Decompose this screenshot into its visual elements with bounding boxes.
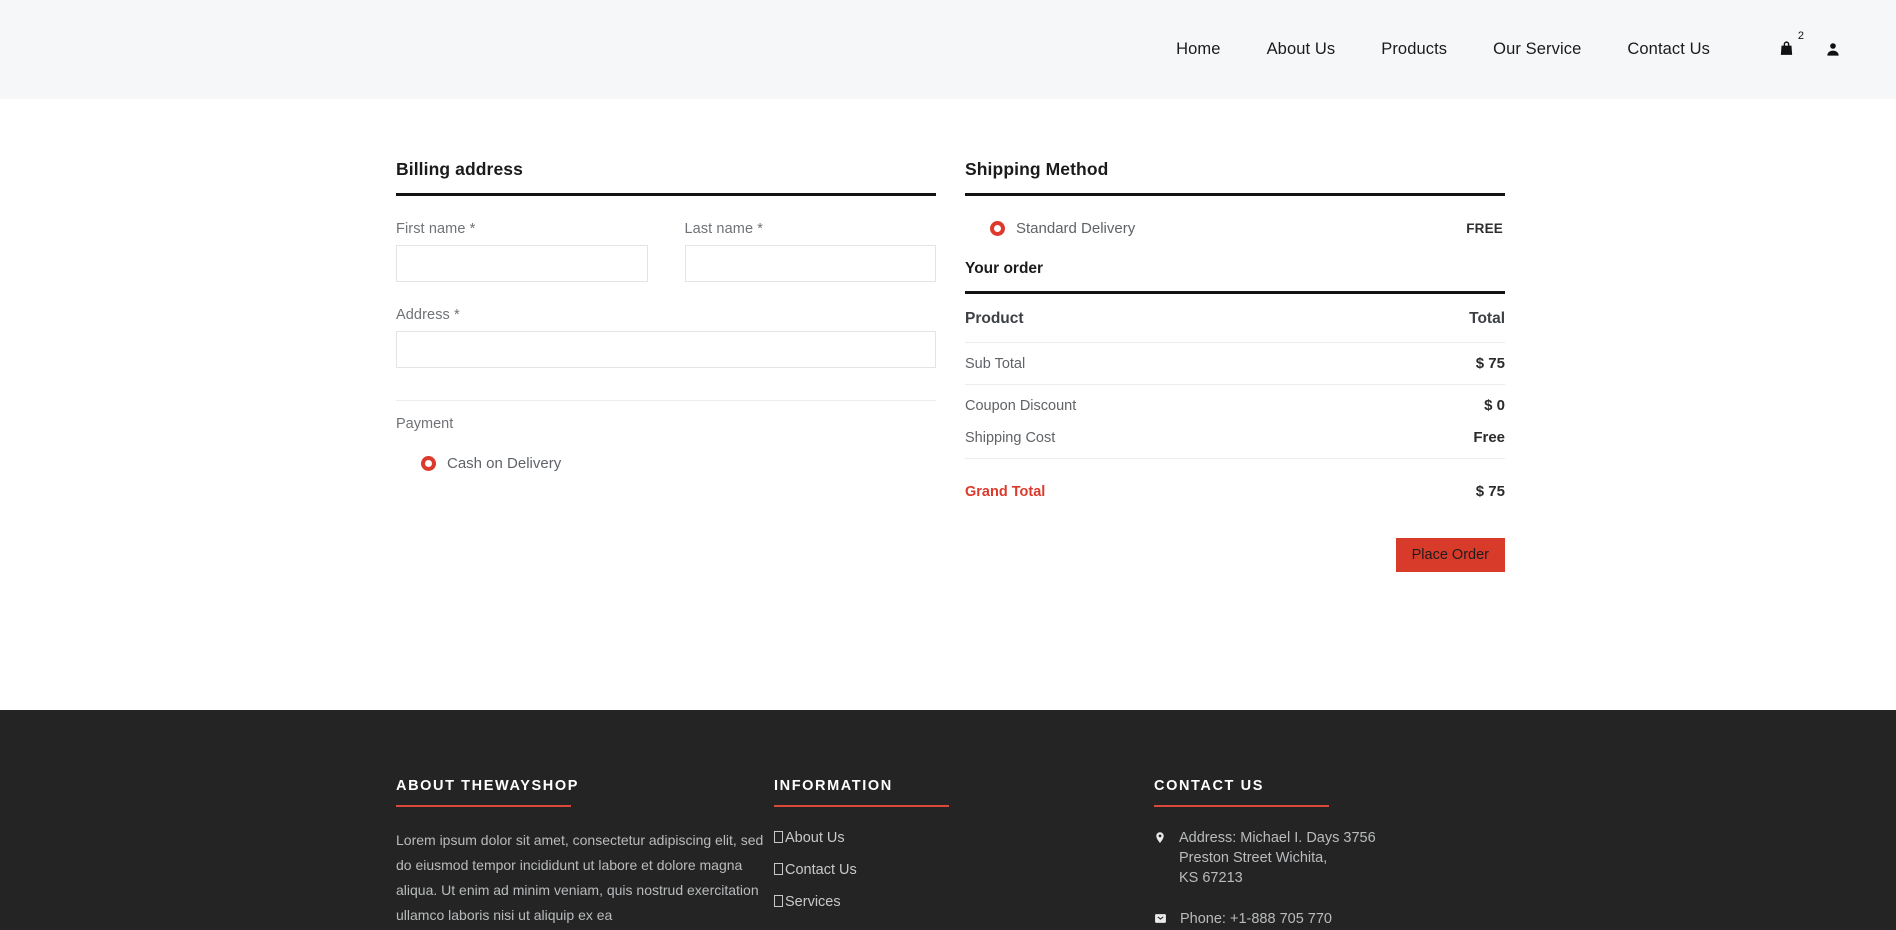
column-header-total: Total <box>1469 310 1505 327</box>
list-item: Services <box>774 893 1154 911</box>
missing-glyph-icon <box>774 831 783 843</box>
footer-address-text: Address: Michael I. Days 3756 Preston St… <box>1179 828 1376 888</box>
payment-option-label: Cash on Delivery <box>447 455 562 472</box>
order-summary-table: Product Total Sub Total $ 75 Coupon Disc… <box>965 310 1505 500</box>
first-name-input[interactable] <box>396 245 648 282</box>
footer-contact-title: Contact Us <box>1154 778 1264 794</box>
table-header-row: Product Total <box>965 310 1505 343</box>
footer-information-underline <box>774 805 949 807</box>
footer-about-underline <box>396 805 571 807</box>
row-label-sub-total: Sub Total <box>965 342 1374 385</box>
your-order-divider <box>965 291 1505 294</box>
phone-icon <box>1154 909 1167 930</box>
radio-selected-icon[interactable] <box>990 221 1005 236</box>
place-order-button[interactable]: Place Order <box>1395 538 1505 572</box>
nav-item-about-us[interactable]: About Us <box>1244 40 1359 59</box>
footer-about-title: About Thewayshop <box>396 778 579 794</box>
nav-item-home[interactable]: Home <box>1153 40 1243 59</box>
address-label: Address * <box>396 307 460 323</box>
footer-contact-underline <box>1154 805 1329 807</box>
cart-count-badge: 2 <box>1797 30 1804 42</box>
address-line-3: KS 67213 <box>1179 870 1243 886</box>
row-label-coupon-discount: Coupon Discount <box>965 384 1374 426</box>
address-input[interactable] <box>396 331 936 368</box>
header-icons: 2 <box>1778 31 1841 59</box>
footer-link-label: Contact Us <box>785 862 857 878</box>
table-row: Coupon Discount $ 0 <box>965 384 1505 426</box>
nav-item-our-service[interactable]: Our Service <box>1470 40 1604 59</box>
footer-information-title: Information <box>774 778 893 794</box>
site-footer: About Thewayshop Lorem ipsum dolor sit a… <box>0 710 1896 930</box>
your-order-title: Your order <box>965 260 1044 277</box>
grand-total-value: $ 75 <box>1373 458 1505 500</box>
payment-label: Payment <box>396 416 454 432</box>
row-value-coupon-discount: $ 0 <box>1373 384 1505 426</box>
row-value-shipping-cost: Free <box>1473 429 1505 446</box>
payment-section-divider <box>396 400 936 401</box>
grand-total-label: Grand Total <box>965 458 1374 500</box>
place-order-row: Place Order <box>965 538 1505 572</box>
billing-address-section: Billing address First name * Last name *… <box>396 159 936 572</box>
footer-information-column: Information About Us Contact Us Services <box>774 778 1154 930</box>
row-value-sub-total: $ 75 <box>1373 342 1505 385</box>
radio-selected-icon[interactable] <box>421 456 436 471</box>
primary-navigation: Home About Us Products Our Service Conta… <box>1153 40 1733 59</box>
list-item: Contact Us <box>774 861 1154 879</box>
footer-information-links: About Us Contact Us Services <box>774 829 1154 911</box>
footer-about-column: About Thewayshop Lorem ipsum dolor sit a… <box>396 778 774 930</box>
grand-total-row: Grand Total $ 75 <box>965 458 1505 500</box>
first-name-field-group: First name * <box>396 221 648 282</box>
user-icon[interactable] <box>1825 41 1841 57</box>
last-name-field-group: Last name * <box>684 221 936 282</box>
shipping-option-standard-delivery[interactable]: Standard Delivery FREE <box>965 220 1505 237</box>
name-fields-row: First name * Last name * <box>396 221 936 282</box>
last-name-input[interactable] <box>684 245 936 282</box>
checkout-page: Billing address First name * Last name *… <box>0 99 1896 710</box>
footer-about-text: Lorem ipsum dolor sit amet, consectetur … <box>396 832 764 923</box>
footer-phone-text: Phone: +1-888 705 770 <box>1180 911 1332 927</box>
table-row: Shipping Cost Free <box>965 426 1505 459</box>
missing-glyph-icon <box>774 895 783 907</box>
billing-address-title: Billing address <box>396 159 523 179</box>
list-item: About Us <box>774 829 1154 847</box>
table-row: Sub Total $ 75 <box>965 342 1505 385</box>
row-label-shipping-cost: Shipping Cost <box>965 429 1056 446</box>
payment-option-cash-on-delivery[interactable]: Cash on Delivery <box>396 455 936 472</box>
last-name-label: Last name * <box>684 221 763 237</box>
map-pin-icon <box>1154 828 1166 888</box>
address-field-group: Address * <box>396 307 936 368</box>
billing-title-divider <box>396 193 936 196</box>
column-header-product: Product <box>965 310 1024 327</box>
shipping-option-label: Standard Delivery <box>1016 220 1136 237</box>
first-name-label: First name * <box>396 221 476 237</box>
footer-link-services[interactable]: Services <box>774 894 841 910</box>
shopping-bag-icon[interactable]: 2 <box>1778 31 1804 57</box>
address-line-2: Preston Street Wichita, <box>1179 850 1328 866</box>
footer-contact-address: Address: Michael I. Days 3756 Preston St… <box>1154 828 1514 888</box>
footer-link-about-us[interactable]: About Us <box>774 830 845 846</box>
footer-link-label: About Us <box>785 830 845 846</box>
footer-link-contact-us[interactable]: Contact Us <box>774 862 857 878</box>
nav-item-products[interactable]: Products <box>1358 40 1470 59</box>
order-summary-section: Shipping Method Standard Delivery FREE Y… <box>965 159 1505 572</box>
address-line-1: Address: Michael I. Days 3756 <box>1179 830 1376 846</box>
shipping-method-title: Shipping Method <box>965 159 1109 179</box>
footer-contact-column: Contact Us Address: Michael I. Days 3756… <box>1154 778 1514 930</box>
missing-glyph-icon <box>774 863 783 875</box>
footer-link-label: Services <box>785 894 841 910</box>
shipping-option-price: FREE <box>1466 221 1503 236</box>
shipping-title-divider <box>965 193 1505 196</box>
footer-contact-phone: Phone: +1-888 705 770 <box>1154 909 1514 930</box>
nav-item-contact-us[interactable]: Contact Us <box>1604 40 1733 59</box>
site-header: Home About Us Products Our Service Conta… <box>0 0 1896 99</box>
